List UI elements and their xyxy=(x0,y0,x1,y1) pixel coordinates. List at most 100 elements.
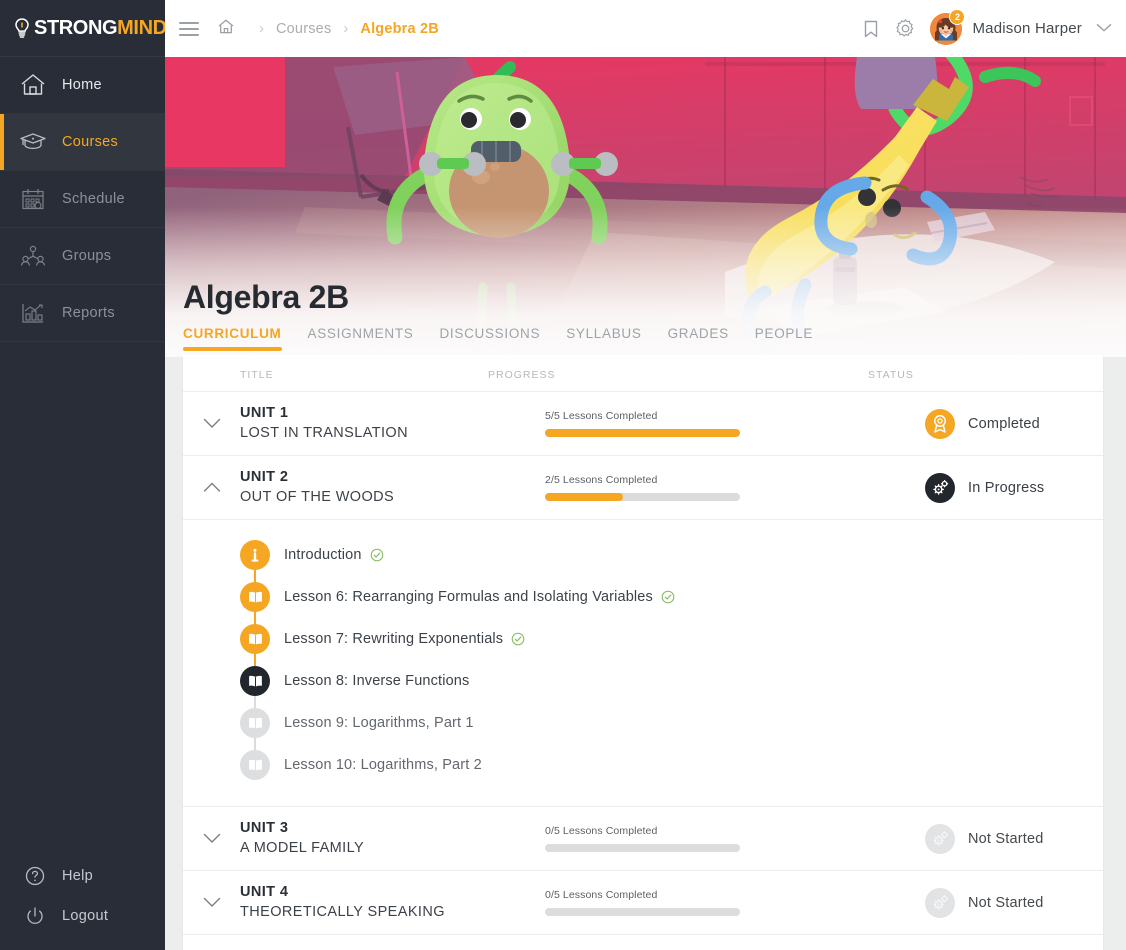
progress-label: 2/5 Lessons Completed xyxy=(545,474,658,486)
lesson-label: Lesson 9: Logarithms, Part 1 xyxy=(284,715,474,731)
sidebar-item-courses[interactable]: Courses xyxy=(0,114,165,171)
app-root: STRONGMIND℠ Home Courses Schedule xyxy=(0,0,1126,950)
tab-grades[interactable]: GRADES xyxy=(668,326,729,351)
breadcrumb-current[interactable]: Algebra 2B xyxy=(360,21,439,37)
progress-label: 0/5 Lessons Completed xyxy=(545,825,658,837)
unit-number: UNIT 1 xyxy=(240,404,289,421)
unit-number: UNIT 3 xyxy=(240,819,289,836)
list-item[interactable]: Lesson 9: Logarithms, Part 1 xyxy=(183,702,1103,765)
list-item[interactable]: Lesson 8: Inverse Functions xyxy=(183,660,1103,723)
lightbulb-icon xyxy=(12,17,32,39)
avatar[interactable]: 2 xyxy=(930,8,966,45)
unit-number: UNIT 2 xyxy=(240,468,289,485)
bookmark-icon[interactable] xyxy=(854,12,888,46)
list-item[interactable]: Lesson 6: Rearranging Formulas and Isola… xyxy=(183,576,1103,639)
book-icon xyxy=(240,582,270,612)
check-circle-icon xyxy=(511,632,525,646)
tab-curriculum[interactable]: CURRICULUM xyxy=(183,326,282,351)
course-hero-banner: Algebra 2B CURRICULUM ASSIGNMENTS DISCUS… xyxy=(165,57,1126,357)
tab-assignments[interactable]: ASSIGNMENTS xyxy=(308,326,414,351)
unit-title-cell: UNIT 3 A MODEL FAMILY xyxy=(240,819,545,858)
curriculum-card: TITLE PROGRESS STATUS UNIT 1 LOST IN TRA… xyxy=(183,355,1103,950)
graduation-cap-icon xyxy=(18,127,48,157)
user-name: Madison Harper xyxy=(972,20,1082,37)
sidebar-item-home[interactable]: Home xyxy=(0,57,165,114)
course-tabs: CURRICULUM ASSIGNMENTS DISCUSSIONS SYLLA… xyxy=(183,326,813,357)
lesson-label: Introduction xyxy=(284,547,362,563)
tab-discussions[interactable]: DISCUSSIONS xyxy=(439,326,540,351)
breadcrumb-home-icon[interactable] xyxy=(217,18,235,40)
chevron-down-icon[interactable] xyxy=(183,833,240,844)
book-icon xyxy=(240,750,270,780)
progress-label: 0/5 Lessons Completed xyxy=(545,889,658,901)
sidebar-item-groups[interactable]: Groups xyxy=(0,228,165,285)
info-icon xyxy=(240,540,270,570)
people-icon xyxy=(18,241,48,271)
sidebar-item-reports[interactable]: Reports xyxy=(0,285,165,342)
sidebar-item-label: Groups xyxy=(62,248,112,264)
unit-name: LOST IN TRANSLATION xyxy=(240,424,408,441)
avatar-notification-badge: 2 xyxy=(949,8,966,25)
chevron-down-icon[interactable] xyxy=(1096,20,1112,38)
list-item[interactable]: Lesson 7: Rewriting Exponentials xyxy=(183,618,1103,681)
tab-syllabus[interactable]: SYLLABUS xyxy=(566,326,641,351)
status-badge: Completed xyxy=(968,415,1040,432)
unit-status-cell: In Progress xyxy=(925,472,1103,503)
sidebar-item-label: Courses xyxy=(62,134,119,150)
lesson-label: Lesson 10: Logarithms, Part 2 xyxy=(284,757,482,773)
sidebar-item-label: Schedule xyxy=(62,191,125,207)
question-circle-icon xyxy=(24,865,46,887)
unit-progress-cell: 0/5 Lessons Completed xyxy=(545,825,925,852)
tab-people[interactable]: PEOPLE xyxy=(755,326,813,351)
book-icon xyxy=(240,624,270,654)
lesson-list: Introduction Lesson 6: Rearranging Formu… xyxy=(183,519,1103,806)
sidebar-item-label: Logout xyxy=(62,908,109,924)
brand-logo[interactable]: STRONGMIND℠ xyxy=(0,0,174,57)
brand-strong: STRONG xyxy=(34,17,118,39)
sidebar-item-logout[interactable]: Logout xyxy=(0,896,165,936)
sidebar: STRONGMIND℠ Home Courses Schedule xyxy=(0,0,174,950)
check-circle-icon xyxy=(370,548,384,562)
chevron-down-icon[interactable] xyxy=(183,897,240,908)
progress-bar xyxy=(545,844,740,852)
lesson-label: Lesson 7: Rewriting Exponentials xyxy=(284,631,504,647)
sidebar-item-label: Home xyxy=(62,77,102,93)
sidebar-item-label: Help xyxy=(62,868,94,884)
progress-label: 5/5 Lessons Completed xyxy=(545,410,658,422)
table-row[interactable]: UNIT 4 THEORETICALLY SPEAKING 0/5 Lesson… xyxy=(183,870,1103,934)
unit-progress-cell: 0/5 Lessons Completed xyxy=(545,889,925,916)
gears-icon xyxy=(925,472,955,503)
chevron-up-icon[interactable] xyxy=(183,482,240,493)
sidebar-item-label: Reports xyxy=(62,305,115,321)
unit-name: THEORETICALLY SPEAKING xyxy=(240,903,445,920)
breadcrumb-courses[interactable]: Courses xyxy=(276,21,331,37)
status-badge: In Progress xyxy=(968,479,1045,496)
progress-bar xyxy=(545,908,740,916)
status-badge: Not Started xyxy=(968,894,1044,911)
table-row[interactable]: UNIT 1 LOST IN TRANSLATION 5/5 Lessons C… xyxy=(183,391,1103,455)
unit-status-cell: Not Started xyxy=(925,887,1103,918)
unit-title-cell: UNIT 4 THEORETICALLY SPEAKING xyxy=(240,883,545,922)
table-row[interactable]: UNIT 5 TRIAL AND ERROR 0/5 Lessons Compl… xyxy=(183,934,1103,950)
page-title: Algebra 2B xyxy=(183,279,349,315)
gears-icon xyxy=(925,823,955,854)
power-icon xyxy=(24,905,46,927)
lesson-label: Lesson 8: Inverse Functions xyxy=(284,673,470,689)
gears-icon xyxy=(925,887,955,918)
book-icon xyxy=(240,666,270,696)
hero-content: Algebra 2B CURRICULUM ASSIGNMENTS DISCUS… xyxy=(183,279,813,357)
gear-icon[interactable] xyxy=(888,12,922,46)
table-row[interactable]: UNIT 3 A MODEL FAMILY 0/5 Lessons Comple… xyxy=(183,806,1103,870)
hamburger-icon[interactable] xyxy=(179,21,199,36)
table-row[interactable]: UNIT 2 OUT OF THE WOODS 2/5 Lessons Comp… xyxy=(183,455,1103,519)
chevron-down-icon[interactable] xyxy=(183,418,240,429)
sidebar-item-help[interactable]: Help xyxy=(0,856,165,896)
brand-wordmark: STRONGMIND℠ xyxy=(34,17,174,39)
list-item[interactable]: Introduction xyxy=(183,534,1103,597)
award-ribbon-icon xyxy=(925,408,955,439)
list-item[interactable]: Lesson 10: Logarithms, Part 2 xyxy=(183,744,1103,786)
unit-status-cell: Not Started xyxy=(925,823,1103,854)
brand-mind: MIND xyxy=(117,17,167,39)
sidebar-item-schedule[interactable]: Schedule xyxy=(0,171,165,228)
